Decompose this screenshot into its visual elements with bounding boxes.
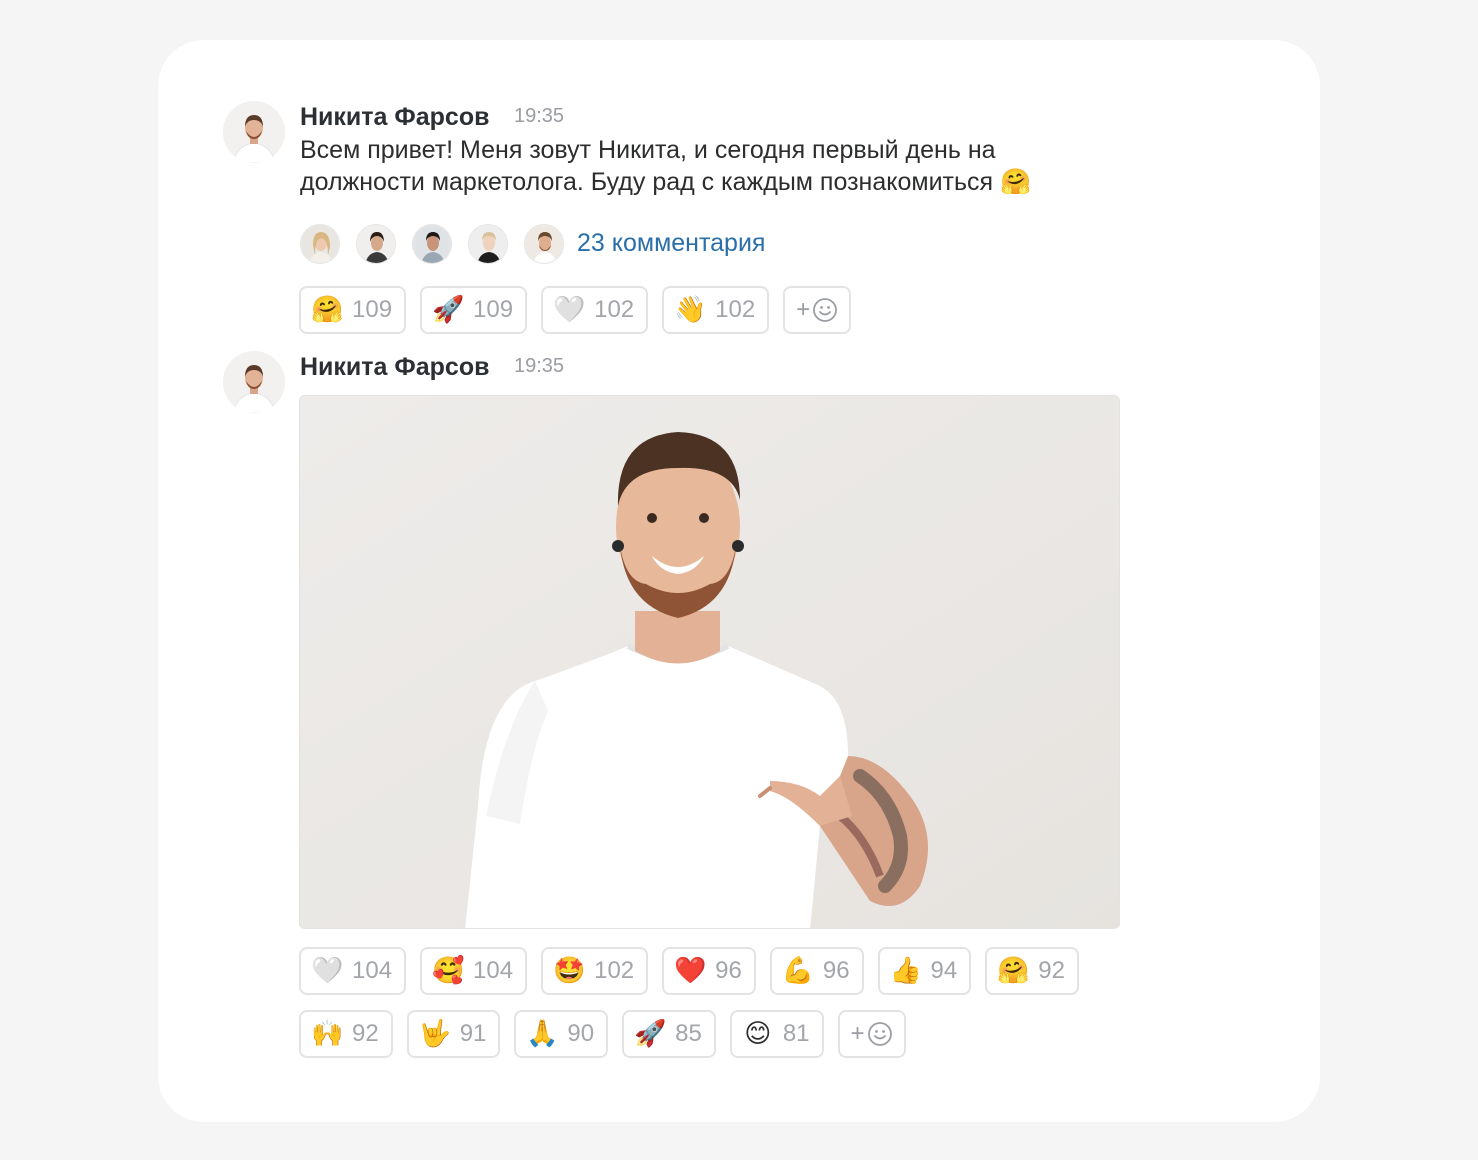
reaction-count: 102 bbox=[715, 296, 756, 323]
commenter-avatar bbox=[468, 224, 508, 264]
white-heart-icon: 🤍 bbox=[311, 956, 344, 986]
thumbs-up-icon: 👍 bbox=[889, 956, 922, 986]
add-reaction-plus: + bbox=[796, 296, 811, 323]
reaction-count: 92 bbox=[1038, 957, 1065, 984]
rocket-icon: 🚀 bbox=[432, 295, 465, 325]
commenter-avatar bbox=[356, 224, 396, 264]
love-you-gesture-icon: 🤟 bbox=[418, 1019, 452, 1049]
author-avatar[interactable] bbox=[223, 351, 285, 413]
add-reaction-button[interactable]: + bbox=[783, 286, 852, 334]
commenter-avatar bbox=[524, 224, 564, 264]
reaction-button[interactable]: 🙏 90 bbox=[514, 1010, 609, 1058]
reaction-button[interactable]: 🚀 109 bbox=[420, 286, 528, 334]
commenter-avatar bbox=[300, 224, 340, 264]
smiling-face-icon: 😊 bbox=[744, 1019, 772, 1049]
reaction-button[interactable]: 🤍 102 bbox=[541, 286, 649, 334]
commenter-avatars[interactable] bbox=[300, 224, 580, 266]
waving-hand-icon: 👋 bbox=[674, 295, 707, 325]
reaction-button[interactable]: 🤍 104 bbox=[299, 947, 407, 995]
reaction-count: 94 bbox=[930, 957, 958, 984]
message-time: 19:35 bbox=[514, 355, 565, 377]
hugging-face-icon: 🤗 bbox=[997, 956, 1030, 986]
reaction-count: 91 bbox=[459, 1020, 487, 1047]
star-struck-icon: 🤩 bbox=[553, 956, 586, 986]
reaction-button[interactable]: 🤟 91 bbox=[406, 1010, 501, 1058]
message-time: 19:35 bbox=[514, 105, 565, 127]
commenter-avatar bbox=[412, 224, 452, 264]
reaction-count: 92 bbox=[352, 1020, 379, 1047]
rocket-icon: 🚀 bbox=[634, 1019, 667, 1049]
reaction-button[interactable]: 🤗 109 bbox=[299, 286, 407, 334]
comments-link[interactable]: 23 комментария bbox=[577, 229, 765, 258]
author-name[interactable]: Никита Фарсов bbox=[300, 103, 489, 132]
message-text: Всем привет! Меня зовут Никита, и сегодн… bbox=[300, 136, 1032, 196]
reaction-button[interactable]: ❤️ 96 bbox=[662, 947, 756, 995]
red-heart-icon: ❤️ bbox=[674, 956, 707, 986]
reaction-button[interactable]: 👋 102 bbox=[662, 286, 770, 334]
add-reaction-plus: + bbox=[850, 1020, 865, 1047]
author-name[interactable]: Никита Фарсов bbox=[300, 353, 489, 382]
smiley-plus-icon bbox=[813, 298, 838, 322]
reaction-button[interactable]: 🚀 85 bbox=[622, 1010, 716, 1058]
reactions-bar: 🤍 104 🥰 104 🤩 102 ❤️ 96 💪 96 👍 94 🤗 92 bbox=[299, 947, 1093, 995]
reaction-button[interactable]: 🙌 92 bbox=[299, 1010, 393, 1058]
reactions-bar: 🤗 109 🚀 109 🤍 102 👋 102 + bbox=[299, 286, 852, 334]
attached-photo[interactable] bbox=[299, 395, 1120, 929]
reaction-count: 109 bbox=[473, 296, 514, 323]
reaction-count: 104 bbox=[352, 957, 393, 984]
author-avatar[interactable] bbox=[223, 101, 285, 163]
white-heart-icon: 🤍 bbox=[553, 295, 586, 325]
reaction-count: 81 bbox=[782, 1020, 810, 1047]
reaction-button[interactable]: 👍 94 bbox=[877, 947, 972, 995]
reaction-count: 102 bbox=[594, 957, 635, 984]
raising-hands-icon: 🙌 bbox=[311, 1019, 344, 1049]
reaction-count: 96 bbox=[822, 957, 850, 984]
reactions-bar: 🙌 92 🤟 91 🙏 90 🚀 85 😊 81 + bbox=[299, 1010, 906, 1058]
folded-hands-icon: 🙏 bbox=[526, 1019, 559, 1049]
reaction-count: 109 bbox=[352, 296, 393, 323]
reaction-button[interactable]: 😊 81 bbox=[729, 1010, 824, 1058]
reaction-button[interactable]: 🤩 102 bbox=[541, 947, 649, 995]
reaction-button[interactable]: 🥰 104 bbox=[420, 947, 528, 995]
reaction-button[interactable]: 💪 96 bbox=[769, 947, 864, 995]
reaction-count: 85 bbox=[675, 1020, 702, 1047]
reaction-count: 90 bbox=[567, 1020, 595, 1047]
flexed-biceps-icon: 💪 bbox=[781, 956, 815, 986]
reaction-count: 96 bbox=[715, 957, 742, 984]
smiling-face-hearts-icon: 🥰 bbox=[432, 956, 465, 986]
hugging-face-icon: 🤗 bbox=[311, 295, 344, 325]
smiley-plus-icon bbox=[867, 1022, 892, 1046]
add-reaction-button[interactable]: + bbox=[837, 1010, 906, 1058]
reaction-count: 102 bbox=[594, 296, 635, 323]
reaction-button[interactable]: 🤗 92 bbox=[985, 947, 1079, 995]
reaction-count: 104 bbox=[473, 957, 514, 984]
